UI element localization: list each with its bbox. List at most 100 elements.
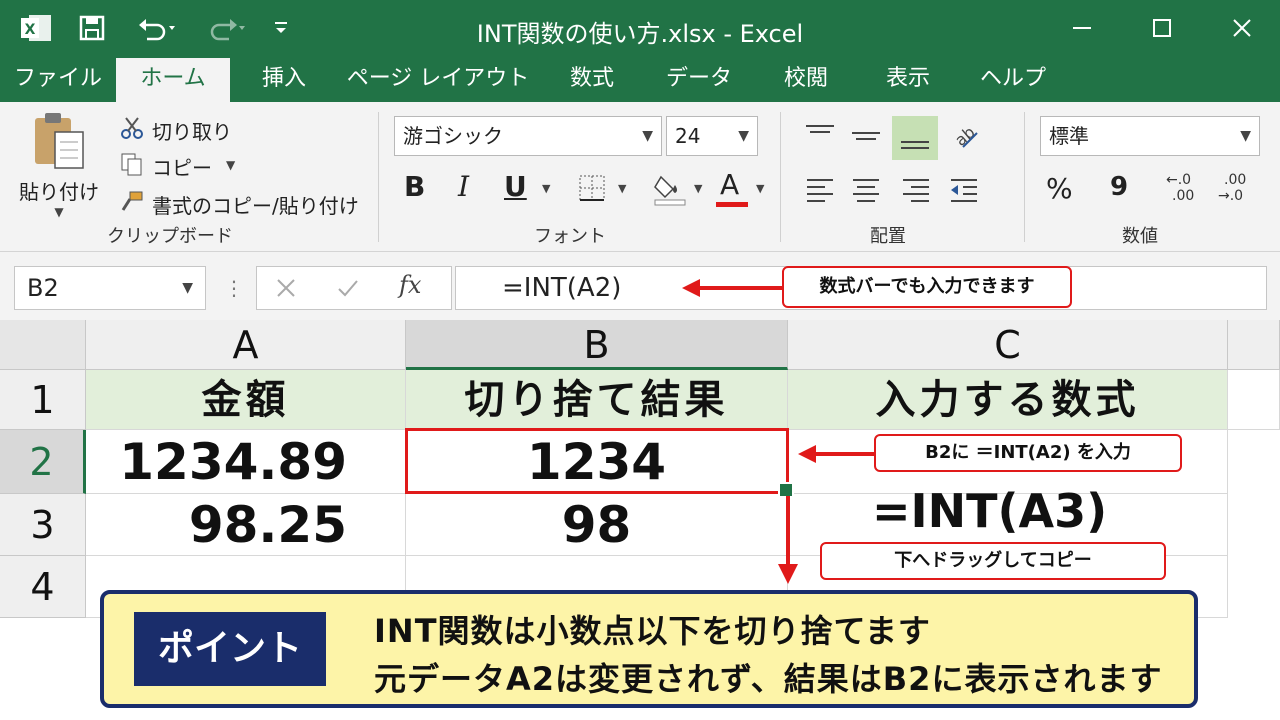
decrease-decimal-top: .00 (1224, 172, 1247, 188)
group-separator (378, 112, 379, 242)
b2-callout: B2に ＝INT(A2) を入力 (874, 434, 1182, 472)
point-line-2: 元データA2は変更されず、結果はB2に表示されます (374, 660, 1163, 698)
font-size-select[interactable]: 24 ▼ (666, 116, 758, 156)
chevron-down-icon[interactable]: ▼ (756, 182, 764, 195)
font-color-button[interactable]: A (716, 168, 750, 210)
close-icon[interactable] (1212, 6, 1272, 50)
format-painter-icon[interactable] (118, 188, 146, 216)
cell-b3[interactable]: 98 (406, 494, 788, 556)
chevron-down-icon: ▼ (738, 128, 749, 144)
row-header-4[interactable]: 4 (0, 556, 86, 618)
paste-button[interactable]: 貼り付け ▼ (14, 110, 104, 220)
font-size-value: 24 (675, 124, 701, 148)
underline-button[interactable]: U (504, 170, 527, 203)
font-name-value: 游ゴシック (403, 124, 503, 148)
select-all-corner[interactable] (0, 320, 86, 370)
column-header-a[interactable]: A (86, 320, 406, 370)
enter-icon[interactable] (333, 273, 363, 303)
clipboard-icon (35, 113, 84, 169)
align-center-icon[interactable] (846, 170, 886, 210)
font-group-label: フォント (534, 226, 606, 247)
chevron-down-icon[interactable]: ▼ (226, 158, 235, 172)
percent-button[interactable]: % (1046, 172, 1073, 205)
cell-a1[interactable]: 金額 (86, 370, 406, 430)
maximize-icon[interactable] (1132, 6, 1192, 50)
tab-review[interactable]: 校閲 (766, 58, 846, 102)
drag-callout: 下へドラッグしてコピー (820, 542, 1166, 580)
cancel-icon[interactable] (271, 273, 301, 303)
comma-button[interactable]: 9 (1110, 172, 1128, 202)
cell-c1[interactable]: 入力する数式 (788, 370, 1228, 430)
cell-a2[interactable]: 1234.89 (86, 430, 406, 494)
column-header-c[interactable]: C (788, 320, 1228, 370)
increase-decimal-bottom: .00 (1172, 188, 1195, 204)
cell-a3[interactable]: 98.25 (86, 494, 406, 556)
chevron-down-icon: ▼ (54, 205, 64, 219)
name-box[interactable]: B2 ▼ (14, 266, 206, 310)
copy-icon[interactable] (118, 150, 146, 178)
ribbon: 貼り付け ▼ 切り取り コピー ▼ 書式のコピー/貼り付け クリップボード 游ゴ… (0, 102, 1280, 252)
row-header-1[interactable]: 1 (0, 370, 86, 430)
tab-file[interactable]: ファイル (8, 58, 108, 102)
chevron-down-icon[interactable]: ▼ (618, 182, 626, 195)
point-line-1: INT関数は小数点以下を切り捨てます (374, 612, 931, 650)
column-header-d[interactable] (1228, 320, 1280, 370)
clipboard-group-label: クリップボード (107, 226, 233, 247)
borders-icon[interactable] (576, 172, 608, 204)
paste-label: 貼り付け (19, 180, 99, 204)
more-options-icon[interactable]: ⋮ (224, 276, 244, 300)
tab-data[interactable]: データ (652, 58, 746, 102)
align-left-icon[interactable] (800, 170, 840, 210)
drag-arrow-icon (778, 496, 798, 584)
cut-icon[interactable] (118, 114, 146, 142)
tab-page-layout[interactable]: ページ レイアウト (340, 58, 536, 102)
font-name-select[interactable]: 游ゴシック ▼ (394, 116, 662, 156)
decrease-decimal-bottom: →.0 (1218, 188, 1244, 204)
point-box: ポイント INT関数は小数点以下を切り捨てます 元データA2は変更されず、結果は… (100, 590, 1198, 708)
bold-button[interactable]: B (404, 170, 425, 203)
decrease-decimal-button[interactable]: .00 →.0 (1218, 172, 1258, 212)
group-separator (1024, 112, 1025, 242)
number-format-value: 標準 (1049, 124, 1089, 148)
increase-decimal-button[interactable]: ←.0 .00 (1166, 172, 1206, 212)
alignment-group-label: 配置 (870, 226, 906, 247)
align-right-icon[interactable] (896, 170, 936, 210)
tab-home[interactable]: ホーム (116, 58, 230, 102)
chevron-down-icon: ▼ (1240, 128, 1251, 144)
chevron-down-icon[interactable]: ▼ (542, 182, 550, 195)
c3-formula-text: =INT(A3) (872, 484, 1108, 538)
point-badge: ポイント (134, 612, 326, 686)
minimize-icon[interactable] (1052, 6, 1112, 50)
selected-cell-border (405, 428, 789, 494)
cut-button[interactable]: 切り取り (152, 116, 232, 145)
decrease-indent-icon[interactable] (944, 170, 984, 210)
fill-color-icon[interactable] (652, 168, 688, 208)
italic-button[interactable]: I (458, 170, 469, 203)
align-middle-icon[interactable] (846, 116, 886, 156)
cell-d1[interactable] (1228, 370, 1280, 430)
align-top-icon[interactable] (800, 116, 840, 156)
chevron-down-icon[interactable]: ▼ (694, 182, 702, 195)
group-separator (780, 112, 781, 242)
tab-view[interactable]: 表示 (868, 58, 948, 102)
row-header-2[interactable]: 2 (0, 430, 86, 494)
tab-formulas[interactable]: 数式 (552, 58, 632, 102)
chevron-down-icon: ▼ (182, 280, 193, 296)
title-bar: X INT関数の使い方.xlsx - Excel (0, 0, 1280, 58)
orientation-icon[interactable]: ab (946, 116, 986, 156)
copy-button[interactable]: コピー (152, 152, 212, 181)
align-bottom-icon[interactable] (892, 116, 938, 160)
number-group-label: 数値 (1122, 226, 1158, 247)
chevron-down-icon: ▼ (642, 128, 653, 144)
insert-function-button[interactable]: fx (399, 271, 421, 299)
tab-help[interactable]: ヘルプ (966, 58, 1060, 102)
formula-buttons: fx (256, 266, 452, 310)
format-painter-button[interactable]: 書式のコピー/貼り付け (152, 190, 359, 219)
cell-b1[interactable]: 切り捨て結果 (406, 370, 788, 430)
column-header-b[interactable]: B (406, 320, 788, 370)
row-header-3[interactable]: 3 (0, 494, 86, 556)
tab-insert[interactable]: 挿入 (244, 58, 324, 102)
ribbon-tabs: ファイル ホーム 挿入 ページ レイアウト 数式 データ 校閲 表示 ヘルプ (0, 58, 1280, 102)
number-format-select[interactable]: 標準 ▼ (1040, 116, 1260, 156)
arrow-icon (682, 279, 784, 297)
